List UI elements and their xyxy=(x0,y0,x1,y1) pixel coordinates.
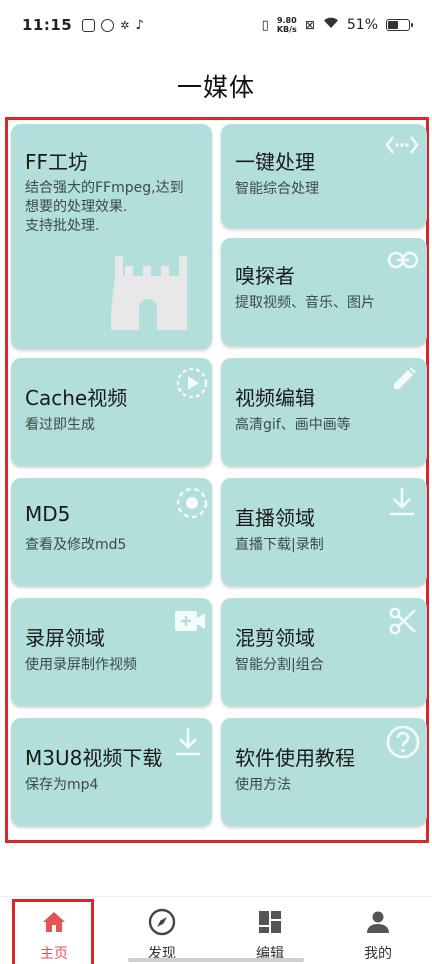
nav-edit[interactable]: 编辑 xyxy=(216,897,324,964)
dashboard-icon xyxy=(257,909,283,935)
nav-mine[interactable]: 我的 xyxy=(324,897,432,964)
card-title: 一键处理 xyxy=(235,150,315,174)
card-ff-workshop[interactable]: FF工坊 结合强大的FFmpeg,达到 想要的处理效果. 支持批处理. xyxy=(11,124,212,349)
help-circle-icon xyxy=(385,724,421,760)
feature-grid: FF工坊 结合强大的FFmpeg,达到 想要的处理效果. 支持批处理. 一键处理… xyxy=(5,117,429,843)
card-desc: 使用方法 xyxy=(235,777,291,793)
notification-bear-icon: ✲ xyxy=(120,18,130,32)
notification-app-icon xyxy=(101,18,115,32)
card-video-edit[interactable]: 视频编辑 高清gif、画中画等 xyxy=(221,358,427,466)
card-one-key-process[interactable]: 一键处理 智能综合处理 xyxy=(221,124,427,228)
card-sniffer[interactable]: 嗅探者 提取视频、音乐、图片 xyxy=(221,238,427,346)
nav-label: 主页 xyxy=(40,946,68,962)
status-right: ▯ 9.80 KB/s ⊠ 51% xyxy=(261,16,413,34)
vibrate-icon: ▯ xyxy=(261,17,269,33)
card-title: MD5 xyxy=(25,502,71,526)
nav-discover[interactable]: 发现 xyxy=(108,897,216,964)
dashed-circle-icon xyxy=(175,486,209,520)
nav-label: 我的 xyxy=(364,946,392,962)
battery-icon xyxy=(386,19,413,31)
card-title: 混剪领域 xyxy=(235,626,315,650)
bottom-navigation: 主页 发现 编辑 我的 xyxy=(0,896,432,964)
card-desc: 智能分割|组合 xyxy=(235,657,324,673)
card-md5[interactable]: MD5 查看及修改md5 xyxy=(11,478,212,586)
card-m3u8-download[interactable]: M3U8视频下载 保存为mp4 xyxy=(11,718,212,826)
card-desc: 高清gif、画中画等 xyxy=(235,417,351,433)
scissors-icon xyxy=(389,606,417,636)
download-icon xyxy=(387,486,417,518)
card-desc: 看过即生成 xyxy=(25,417,95,433)
card-screen-record[interactable]: 录屏领域 使用录屏制作视频 xyxy=(11,598,212,706)
pencil-icon xyxy=(391,366,417,392)
card-desc: 使用录屏制作视频 xyxy=(25,657,137,673)
notification-tiktok-icon: ♪ xyxy=(135,17,144,33)
card-title: Cache视频 xyxy=(25,386,128,410)
card-tutorial[interactable]: 软件使用教程 使用方法 xyxy=(221,718,427,826)
notification-app-icon xyxy=(82,18,96,32)
card-cache-video[interactable]: Cache视频 看过即生成 xyxy=(11,358,212,466)
card-live-stream[interactable]: 直播领域 直播下载|录制 xyxy=(221,478,427,586)
nav-home[interactable]: 主页 xyxy=(0,897,108,964)
home-icon xyxy=(41,909,67,935)
net-speed: 9.80 KB/s xyxy=(276,16,297,34)
compass-icon xyxy=(148,908,176,936)
person-icon xyxy=(365,909,391,935)
link-icon xyxy=(387,250,419,270)
card-title: 直播领域 xyxy=(235,506,315,530)
card-title: 视频编辑 xyxy=(235,386,315,410)
status-time: 11:15 xyxy=(22,16,73,34)
castle-icon xyxy=(111,252,189,330)
notification-icons: ✲ ♪ xyxy=(82,18,144,33)
code-icon xyxy=(385,134,419,156)
card-title: 录屏领域 xyxy=(25,626,105,650)
card-title: FF工坊 xyxy=(25,150,89,174)
wifi-icon xyxy=(323,17,339,33)
card-title: M3U8视频下载 xyxy=(25,746,163,770)
page-title: 一媒体 xyxy=(176,73,255,102)
card-title: 嗅探者 xyxy=(235,264,295,288)
card-desc: 查看及修改md5 xyxy=(25,537,127,553)
card-desc: 智能综合处理 xyxy=(235,181,319,197)
card-desc: 结合强大的FFmpeg,达到 想要的处理效果. 支持批处理. xyxy=(25,180,184,234)
card-desc: 直播下载|录制 xyxy=(235,537,324,553)
battery-percent: 51% xyxy=(346,17,378,33)
card-desc: 提取视频、音乐、图片 xyxy=(235,295,375,311)
status-bar: 11:15 ✲ ♪ ▯ 9.80 KB/s ⊠ 51% xyxy=(0,0,432,50)
gesture-bar xyxy=(128,958,304,962)
card-mix-cut[interactable]: 混剪领域 智能分割|组合 xyxy=(221,598,427,706)
play-circle-icon xyxy=(175,366,209,400)
card-desc: 保存为mp4 xyxy=(25,777,99,793)
download-icon xyxy=(173,726,203,758)
sim-icon: ⊠ xyxy=(304,18,315,32)
video-add-icon xyxy=(173,608,207,634)
card-title: 软件使用教程 xyxy=(235,746,355,770)
